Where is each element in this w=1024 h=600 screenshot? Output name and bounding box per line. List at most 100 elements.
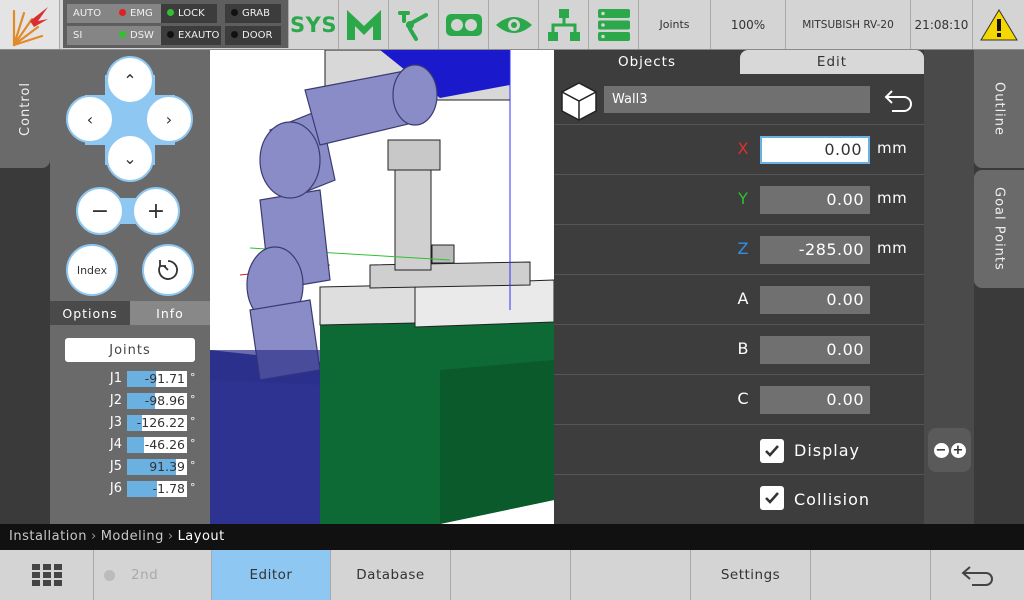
joint-label: J6 — [109, 481, 122, 496]
jog-up-button[interactable]: ⌃ — [106, 56, 154, 104]
vision-button[interactable] — [489, 0, 539, 49]
object-name-field[interactable]: Wall3 — [604, 86, 870, 113]
joint-row: J5 91.39 ° — [50, 458, 210, 476]
3d-viewport[interactable] — [210, 50, 554, 524]
indicator-dot-icon — [104, 569, 115, 581]
collision-row: Collision — [554, 475, 924, 524]
axis-label: X — [737, 139, 749, 158]
speed-button[interactable]: 100% — [711, 0, 786, 49]
breadcrumb-layout: Layout — [177, 529, 225, 544]
index-button[interactable]: Index — [66, 244, 118, 296]
joint-value: -46.26 — [144, 437, 185, 452]
axis-label: Z — [737, 239, 749, 258]
axis-label: A — [737, 289, 749, 308]
chevron-up-icon: ⌃ — [123, 70, 137, 90]
display-checkbox[interactable] — [760, 439, 784, 463]
settings-button[interactable]: Settings — [691, 550, 811, 600]
model-button[interactable] — [339, 0, 389, 49]
zoom-in-button[interactable]: + — [132, 187, 180, 235]
joint-gauge: -46.26 — [127, 437, 187, 453]
back-arrow-icon — [960, 566, 993, 586]
left-strip — [0, 168, 50, 524]
empty-button-2[interactable] — [571, 550, 691, 600]
joint-value: 91.39 — [149, 459, 185, 474]
breadcrumb-modeling[interactable]: Modeling — [101, 529, 164, 544]
jog-down-button[interactable]: ⌄ — [106, 134, 154, 182]
field-row-c: C 0.00 — [554, 375, 924, 425]
collision-checkbox[interactable] — [760, 486, 784, 510]
field-row-y: Y 0.00 mm — [554, 175, 924, 225]
outline-tab[interactable]: Outline — [974, 50, 1024, 168]
control-panel: ⌃ ‹ › ⌄ − + Index Options Info Joints J1… — [50, 50, 210, 524]
back-button[interactable] — [931, 550, 1024, 600]
minus-icon: − — [90, 198, 110, 224]
grid-menu-icon — [31, 564, 62, 586]
degree-unit: ° — [190, 459, 196, 472]
joint-label: J5 — [109, 459, 122, 474]
server-button[interactable] — [589, 0, 639, 49]
grab-indicator-icon — [231, 9, 238, 16]
empty-button-1[interactable] — [451, 550, 571, 600]
hierarchy-icon — [547, 8, 580, 41]
empty-button-3[interactable] — [811, 550, 931, 600]
joint-gauge: -1.78 — [127, 481, 187, 497]
robot-model-button[interactable]: MITSUBISH RV-20 — [786, 0, 911, 49]
z-value-input[interactable]: -285.00 — [760, 236, 870, 264]
camera-button[interactable] — [439, 0, 489, 49]
zoom-control[interactable]: − + — [928, 428, 971, 472]
status-grab: GRAB — [225, 4, 281, 23]
a-value-input[interactable]: 0.00 — [760, 286, 870, 314]
jog-mode-button[interactable]: Joints — [639, 0, 711, 49]
second-button[interactable]: 2nd — [94, 550, 212, 600]
breadcrumb: Installation › Modeling › Layout — [0, 524, 1024, 550]
breadcrumb-installation[interactable]: Installation — [9, 529, 87, 544]
network-button[interactable] — [539, 0, 589, 49]
b-value-input[interactable]: 0.00 — [760, 336, 870, 364]
joint-gauge: -91.71 — [127, 371, 187, 387]
tab-options[interactable]: Options — [50, 301, 130, 325]
minus-icon[interactable]: − — [933, 442, 949, 458]
joint-row: J3 -126.22 ° — [50, 414, 210, 432]
jog-right-button[interactable]: › — [145, 95, 193, 143]
joint-gauge: -126.22 — [127, 415, 187, 431]
joint-row: J4 -46.26 ° — [50, 436, 210, 454]
brand-logo[interactable] — [0, 0, 60, 49]
menu-button[interactable] — [0, 550, 94, 600]
control-tab[interactable]: Control — [0, 50, 50, 168]
tab-info[interactable]: Info — [130, 301, 210, 325]
object-name-row: Wall3 — [554, 75, 924, 125]
goal-points-tab[interactable]: Goal Points — [974, 170, 1024, 288]
zoom-out-button[interactable]: − — [76, 187, 124, 235]
gripper-tool-icon — [397, 10, 428, 41]
status-si: SI — [67, 26, 113, 45]
field-row-a: A 0.00 — [554, 275, 924, 325]
joints-button[interactable]: Joints — [65, 338, 195, 362]
c-value-input[interactable]: 0.00 — [760, 386, 870, 414]
check-icon — [765, 492, 779, 504]
y-value-input[interactable]: 0.00 — [760, 186, 870, 214]
rotate-button[interactable] — [142, 244, 194, 296]
joint-row: J1 -91.71 ° — [50, 370, 210, 388]
top-bar: AUTO SI EMG DSW LOCK EXAUTO GRAB DOOR SY… — [0, 0, 1024, 50]
sys-button[interactable]: SYS — [289, 0, 339, 49]
warning-button[interactable] — [973, 0, 1024, 49]
plus-icon[interactable]: + — [950, 442, 966, 458]
undo-icon[interactable] — [884, 89, 914, 113]
emg-indicator-icon — [119, 9, 126, 16]
jog-left-button[interactable]: ‹ — [66, 95, 114, 143]
tab-edit[interactable]: Edit — [740, 50, 924, 74]
database-button[interactable]: Database — [331, 550, 451, 600]
chevron-left-icon: ‹ — [86, 109, 94, 129]
display-label: Display — [794, 441, 860, 460]
editor-button[interactable]: Editor — [212, 550, 331, 600]
unit-label: mm — [877, 239, 908, 257]
tool-button[interactable] — [389, 0, 439, 49]
stereo-camera-icon — [445, 13, 482, 36]
joint-gauge: 91.39 — [127, 459, 187, 475]
x-value-input[interactable]: 0.00 — [760, 136, 870, 164]
degree-unit: ° — [190, 437, 196, 450]
check-icon — [765, 445, 779, 457]
field-row-x: X 0.00 mm — [554, 125, 924, 175]
tab-objects[interactable]: Objects — [554, 50, 740, 74]
field-row-z: Z -285.00 mm — [554, 225, 924, 275]
